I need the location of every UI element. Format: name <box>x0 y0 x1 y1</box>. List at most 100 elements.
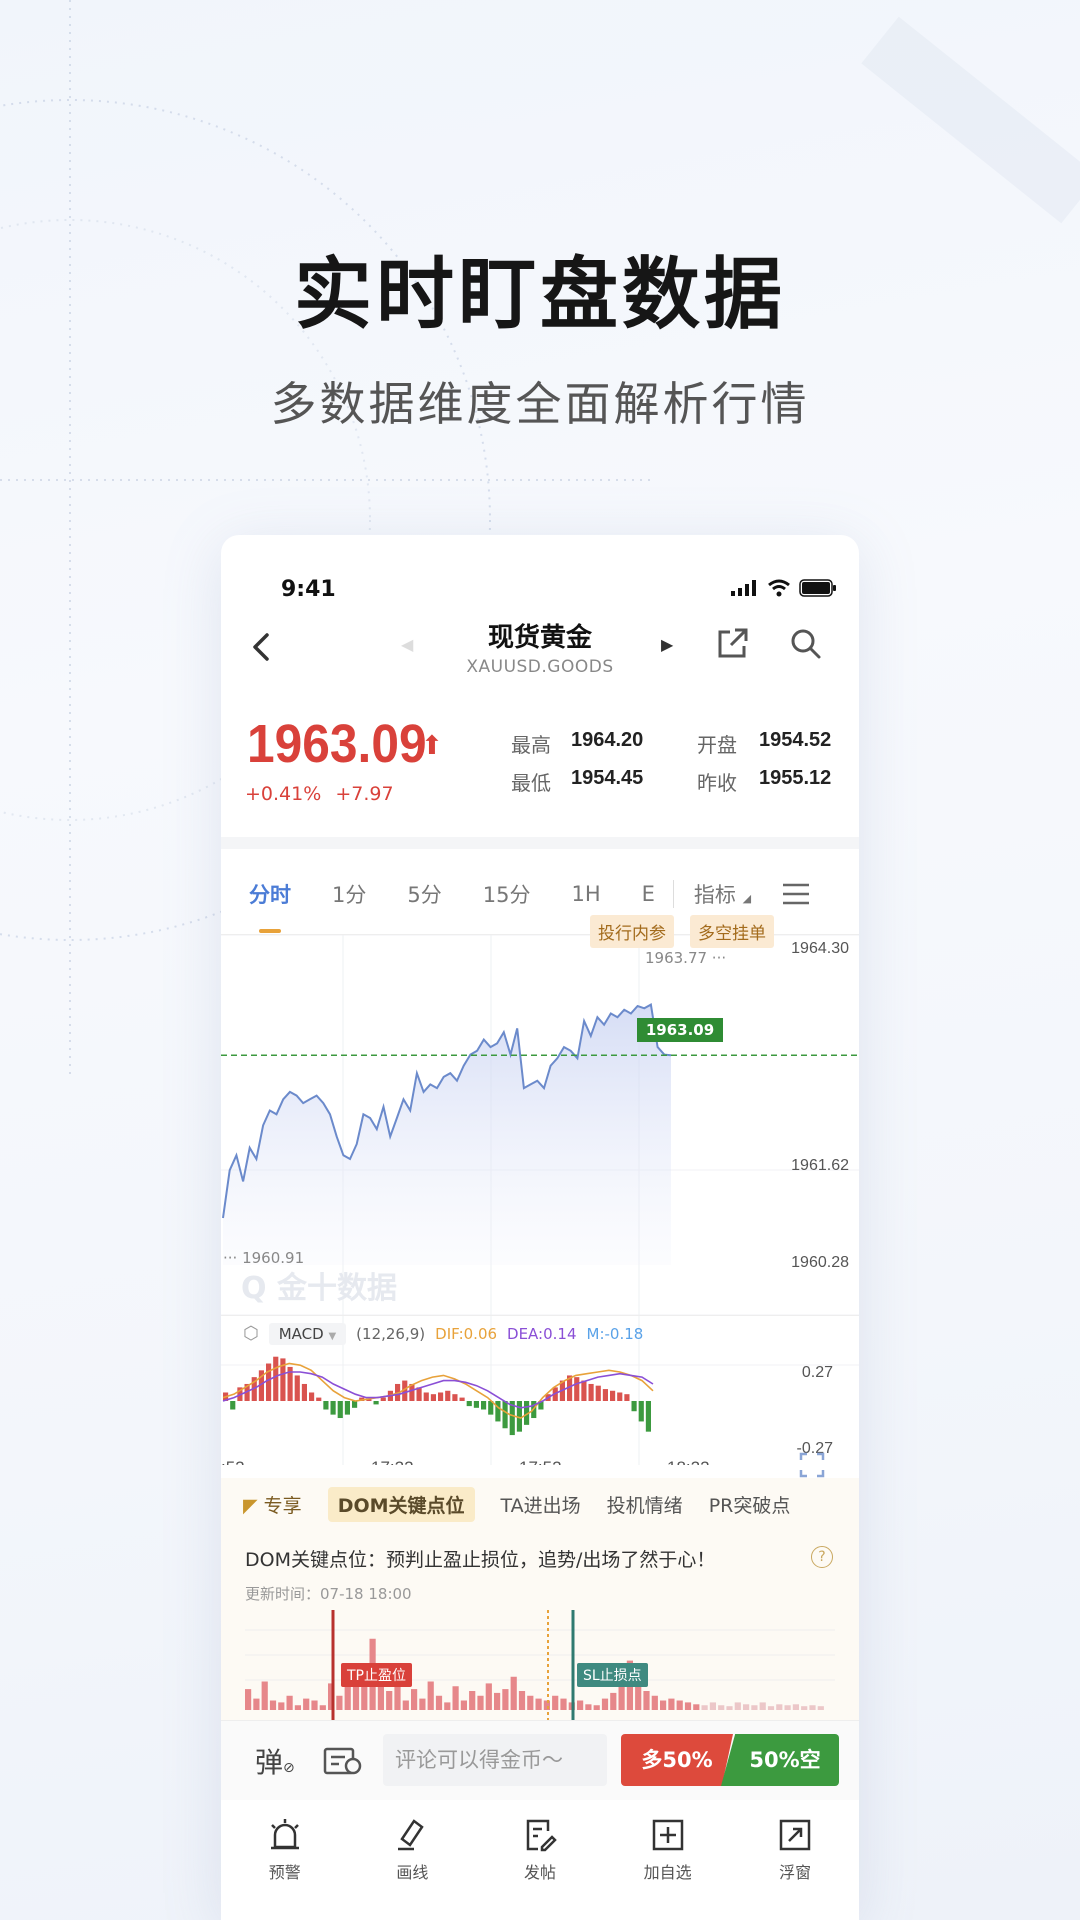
search-icon[interactable] <box>789 627 823 661</box>
draw-tool[interactable]: 画线 <box>362 1817 462 1920</box>
next-symbol-arrow-icon[interactable]: ▶ <box>661 635 673 654</box>
bullish-vote-button[interactable]: 多50% <box>621 1734 733 1786</box>
macd-bar <box>273 1356 279 1401</box>
tab-separator <box>672 879 674 908</box>
share-icon[interactable] <box>715 625 751 661</box>
indicator-label: 指标 <box>693 882 736 907</box>
ib-research-badge[interactable]: 投行内参 <box>590 915 674 948</box>
symbol-code: XAUUSD.GOODS <box>466 657 614 677</box>
tab-sentiment[interactable]: 投机情绪 <box>607 1491 683 1518</box>
signal-icon <box>731 580 756 596</box>
dom-bar <box>444 1702 451 1710</box>
promo-subline: 多数据维度全面解析行情 <box>270 377 810 431</box>
dom-chart[interactable] <box>221 1610 859 1720</box>
fullscreen-icon[interactable] <box>799 1452 825 1478</box>
dom-bar <box>552 1695 559 1710</box>
special-tab[interactable]: ◤ 专享 <box>243 1491 302 1518</box>
macd-bar <box>373 1401 379 1405</box>
post-tool[interactable]: 发帖 <box>490 1817 590 1920</box>
y-tick-label: 1960.28 <box>791 1254 849 1271</box>
watermark-logo: Q 金十数据 <box>241 1271 397 1306</box>
post-label: 发帖 <box>523 1863 556 1882</box>
macd-bar <box>466 1401 472 1407</box>
macd-bar <box>617 1392 623 1401</box>
macd-select[interactable]: MACD ▼ <box>268 1322 347 1345</box>
tab-5min[interactable]: 5分 <box>407 879 441 909</box>
dom-bar <box>518 1691 526 1710</box>
tab-1h[interactable]: 1H <box>571 882 600 906</box>
float-window-label: 浮窗 <box>779 1863 812 1882</box>
tab-ta[interactable]: TA进出场 <box>501 1491 581 1518</box>
float-window-tool[interactable]: 浮窗 <box>745 1817 845 1920</box>
bottom-toolbar: 预警 画线 发帖 加自选 浮窗 <box>221 1803 859 1920</box>
comment-input[interactable]: 评论可以得金币～ <box>383 1734 607 1786</box>
dom-bar <box>734 1702 741 1710</box>
dom-bar <box>759 1702 766 1710</box>
macd-bar <box>230 1401 236 1410</box>
dom-bar <box>535 1698 542 1710</box>
tab-1min[interactable]: 1分 <box>332 879 366 909</box>
dom-bar <box>303 1698 310 1710</box>
help-icon[interactable]: ? <box>811 1546 833 1568</box>
pen-icon <box>398 1819 425 1851</box>
macd-header: ⬡ MACD ▼ (12,26,9) DIF:0.06 DEA:0.14 M:-… <box>221 1315 859 1351</box>
current-price-tag: 1963.09 <box>637 1018 723 1042</box>
coupon-icon[interactable] <box>323 1745 363 1777</box>
dom-bar <box>361 1686 368 1710</box>
tp-tag: TP止盈位 <box>341 1663 412 1687</box>
dom-bar <box>311 1700 318 1710</box>
dom-bar <box>245 1689 252 1710</box>
danmu-toggle[interactable]: 弹⊘ <box>255 1741 295 1781</box>
macd-bar <box>502 1401 508 1429</box>
dom-updated: 更新时间：07-18 18:00 <box>245 1585 412 1603</box>
dropdown-caret-icon: ▼ <box>328 1330 337 1342</box>
macd-bar <box>581 1380 587 1401</box>
tab-timeshare[interactable]: 分时 <box>249 879 291 933</box>
order-book-badge[interactable]: 多空挂单 <box>690 915 774 948</box>
price-chart[interactable]: 1964.301961.621960.28 0.27-0.27 :5217:22… <box>221 935 859 1465</box>
dom-bar <box>643 1691 650 1710</box>
macd-indicator-name: MACD <box>278 1324 324 1343</box>
macd-bar <box>638 1401 644 1422</box>
macd-bar <box>438 1392 444 1401</box>
dom-bar <box>610 1692 617 1710</box>
x-tick-label: 17:22 <box>371 1458 414 1465</box>
macd-bar <box>352 1401 358 1408</box>
macd-bar <box>294 1375 300 1401</box>
bearish-vote-button[interactable]: 50%空 <box>721 1734 839 1786</box>
hexagon-icon[interactable]: ⬡ <box>243 1323 259 1344</box>
menu-icon[interactable] <box>781 882 811 906</box>
feature-tabs: ◤ 专享 DOM关键点位 TA进出场 投机情绪 PR突破点 <box>221 1478 859 1530</box>
status-icons <box>731 579 837 597</box>
alert-tool[interactable]: 预警 <box>235 1817 335 1920</box>
dom-bar <box>577 1700 584 1710</box>
macd-bar <box>301 1383 307 1401</box>
price-area-fill <box>223 1004 671 1265</box>
dom-bar <box>668 1698 675 1710</box>
dom-title: DOM关键点位：预判止盈止损位，追势/出场了然于心！ <box>245 1549 716 1571</box>
tab-pr[interactable]: PR突破点 <box>709 1491 791 1518</box>
watchlist-label: 加自选 <box>643 1863 692 1882</box>
watchlist-tool[interactable]: 加自选 <box>618 1817 718 1920</box>
high-value: 1964.20 <box>571 729 644 751</box>
indicator-menu[interactable]: 指标 ◢ <box>694 879 751 909</box>
dom-bar <box>726 1706 733 1710</box>
prev-close-value: 1955.12 <box>759 767 832 789</box>
tab-15min[interactable]: 15分 <box>483 879 531 909</box>
high-label: 最高 <box>511 733 551 757</box>
dom-bar <box>261 1681 268 1710</box>
y-tick-label: 1964.30 <box>791 940 849 957</box>
macd-bar <box>588 1383 594 1401</box>
macd-bar <box>610 1390 616 1401</box>
draw-label: 画线 <box>396 1863 429 1882</box>
tab-dom[interactable]: DOM关键点位 <box>327 1486 475 1522</box>
tab-e[interactable]: E <box>642 882 655 906</box>
dom-bar <box>560 1698 567 1710</box>
wifi-icon <box>768 579 790 597</box>
section-divider <box>221 837 859 849</box>
dom-bar <box>709 1702 716 1710</box>
last-price: 1963.09 <box>247 714 427 774</box>
dom-bar <box>585 1704 592 1710</box>
peak-value: 1963.77 <box>645 949 708 967</box>
macd-bar <box>445 1390 451 1401</box>
